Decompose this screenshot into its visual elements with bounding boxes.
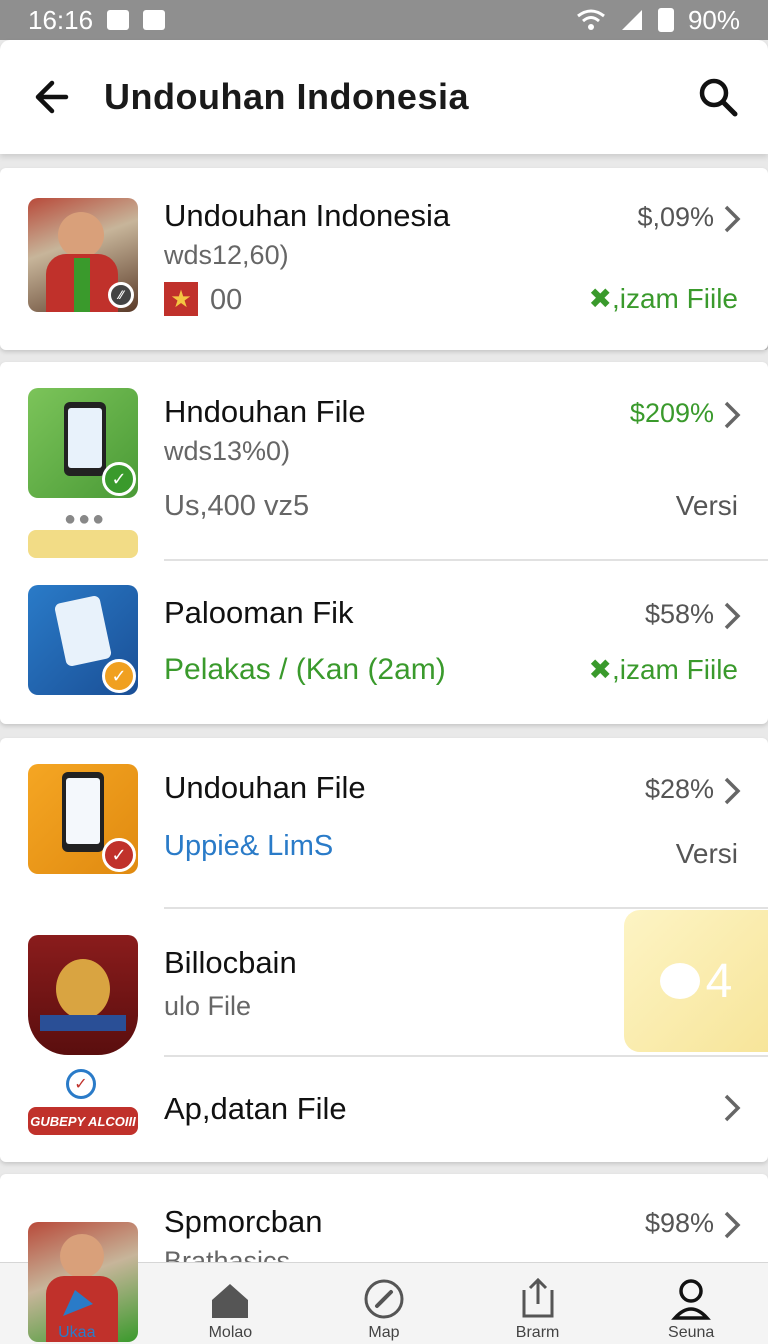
battery-level: 90% (687, 4, 740, 35)
check-badge-icon: ✓ (102, 659, 136, 693)
chevron-right-icon (724, 777, 741, 805)
list-item[interactable]: ✓ Undouhan File Uppie& LimS $28% Versi (0, 738, 768, 908)
app-thumbnail (28, 935, 138, 1055)
list-item[interactable]: ⁄⁄ Undouhan Indonesia wds12,60) ★ 00 $,0… (0, 168, 768, 350)
nav-label: Seuna (668, 1324, 715, 1341)
chevron-right-icon (724, 1094, 741, 1122)
status-bar: 16:16 90% (0, 0, 768, 40)
item-subtitle: Pelakas / (Kan (2am) (164, 653, 446, 686)
item-title: Billocbain (164, 945, 297, 980)
back-button[interactable] (0, 40, 104, 154)
person-icon (671, 1279, 712, 1320)
battery-icon (657, 8, 674, 32)
item-percent: $209% (629, 398, 714, 428)
nav-item-brarm[interactable]: Brarm (461, 1263, 615, 1344)
app-thumbnail: ✓ (28, 585, 138, 695)
bubble-dot-icon (659, 963, 700, 999)
signal-icon (621, 10, 642, 30)
item-title: Undouhan Indonesia (164, 198, 451, 233)
app-thumbnail: ✓ (28, 388, 138, 498)
item-title: Undouhan File (164, 770, 366, 805)
star-flag-icon: ★ (164, 282, 198, 316)
item-title: Hndouhan File (164, 394, 366, 429)
list-card: ⁄⁄ Undouhan Indonesia wds12,60) ★ 00 $,0… (0, 168, 768, 350)
list-item[interactable]: ✓ GUBEPY ALCOIII Ap,datan File (0, 1057, 768, 1162)
app-thumbnail: ✓ (28, 764, 138, 874)
nav-label: Map (368, 1324, 400, 1341)
item-status: ✖,izam Fiile (588, 654, 738, 685)
item-status: Versi (675, 838, 738, 869)
item-percent: $,09% (637, 202, 714, 232)
chevron-right-icon (724, 205, 741, 233)
check-icon: ✓ (66, 1069, 96, 1099)
app-thumbnail: ⁄⁄ (28, 198, 138, 312)
item-subtitle: Uppie& LimS (164, 830, 334, 862)
share-icon (522, 1277, 554, 1318)
badge-count: 4 (705, 954, 733, 1008)
check-badge-icon: ✓ (102, 838, 136, 872)
status-time: 16:16 (28, 4, 94, 35)
item-percent: $28% (644, 774, 714, 804)
bottom-navigation: Ukaa Molao Map Brarm Seuna (0, 1222, 768, 1344)
item-title: Spmorcban (164, 1204, 323, 1239)
chevron-right-icon (724, 401, 741, 429)
badge-bubble[interactable]: 4 (624, 910, 768, 1052)
chevron-right-icon (724, 602, 741, 630)
app-bar: Undouhan Indonesia (0, 40, 768, 154)
item-extra: Us,400 vz5 (164, 490, 310, 522)
item-status: ✖,izam Fiile (588, 283, 738, 314)
wifi-icon (577, 9, 605, 30)
edit-icon: ⁄⁄ (108, 282, 134, 308)
chevron-right-icon (724, 1211, 741, 1239)
back-arrow-icon (35, 80, 69, 114)
list-card: ✓ Undouhan File Uppie& LimS $28% Versi B… (0, 738, 768, 1162)
page-title: Undouhan Indonesia (104, 76, 469, 117)
nav-item-map[interactable]: Map (307, 1263, 461, 1344)
nav-item-seuna[interactable]: Seuna (614, 1263, 768, 1344)
nav-label: Ukaa (58, 1324, 96, 1341)
item-percent: $98% (644, 1208, 714, 1238)
list-item[interactable]: ✓ ●●● Hndouhan File wds13%0) Us,400 vz5 … (0, 362, 768, 560)
item-percent: $58% (644, 599, 714, 629)
progress-pill (28, 530, 138, 558)
flag-icon (62, 1290, 93, 1316)
nav-item-ukaa[interactable]: Ukaa (0, 1222, 154, 1344)
notification-icon (107, 10, 130, 30)
nav-label: Molao (208, 1324, 253, 1341)
list-item[interactable]: ✓ Palooman Fik Pelakas / (Kan (2am) $58%… (0, 561, 768, 724)
search-icon (699, 78, 738, 117)
home-icon (212, 1284, 249, 1318)
brand-logo: GUBEPY ALCOIII (28, 1107, 138, 1135)
search-button[interactable] (668, 40, 768, 154)
nav-label: Brarm (515, 1324, 560, 1341)
media-icon (143, 10, 166, 30)
dots-icon: ●●● (64, 508, 107, 530)
item-title: Ap,datan File (164, 1091, 347, 1126)
item-subtitle: wds12,60) (164, 240, 289, 270)
list-card: ✓ ●●● Hndouhan File wds13%0) Us,400 vz5 … (0, 362, 768, 724)
item-subtitle: ulo File (164, 991, 252, 1021)
item-subtitle: wds13%0) (164, 436, 291, 466)
check-badge-icon: ✓ (102, 462, 136, 496)
compass-icon (364, 1279, 404, 1319)
item-extra: 00 (210, 284, 243, 316)
nav-item-molao[interactable]: Molao (154, 1263, 308, 1344)
item-title: Palooman Fik (164, 595, 354, 630)
item-status: Versi (675, 490, 738, 521)
